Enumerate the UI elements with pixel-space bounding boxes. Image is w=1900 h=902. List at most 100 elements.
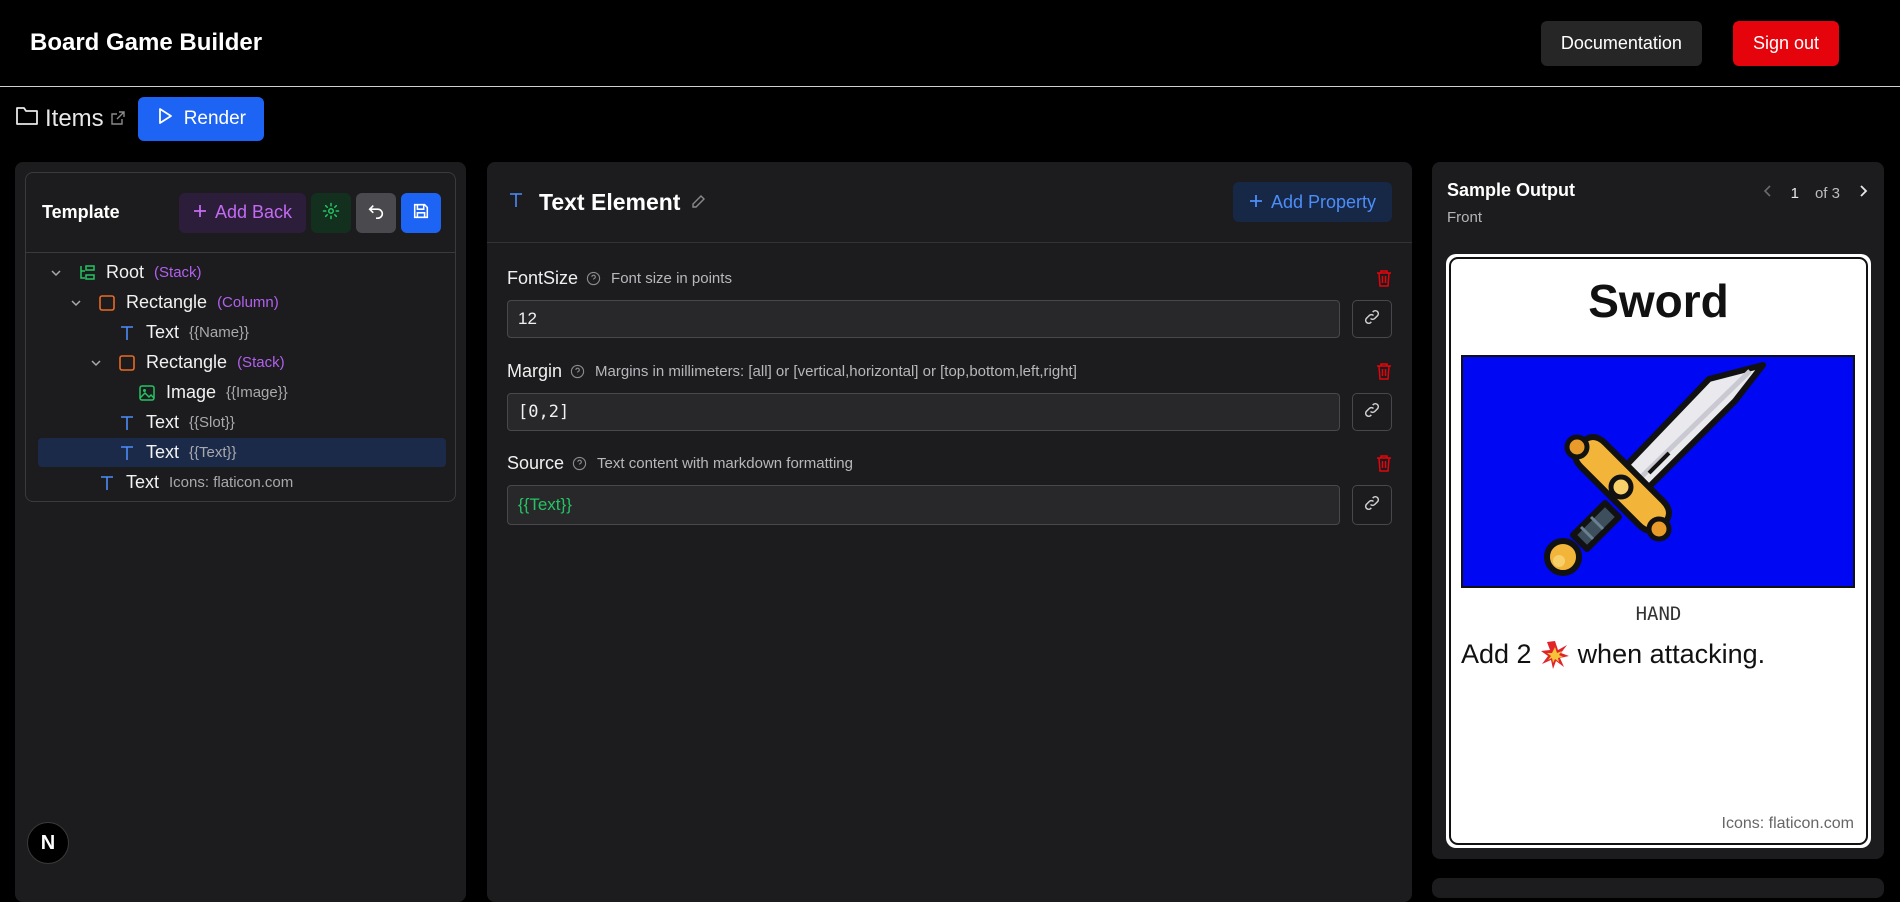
tree-node-tag: Icons: flaticon.com — [169, 474, 294, 491]
margin-input[interactable]: [0,2] — [507, 393, 1340, 431]
help-icon[interactable] — [570, 364, 585, 379]
trash-icon[interactable] — [1376, 454, 1392, 472]
fontsize-input[interactable]: 12 — [507, 300, 1340, 338]
render-label: Render — [183, 108, 247, 129]
external-link-icon[interactable] — [110, 105, 126, 133]
app-title: Board Game Builder — [30, 29, 263, 56]
sample-output-titles: Sample Output Front — [1447, 180, 1575, 226]
template-title: Template — [42, 202, 120, 222]
property-label-row: FontSize Font size in points — [507, 266, 1392, 290]
template-actions: Add Back — [178, 192, 441, 233]
tree-node-tag: (Stack) — [154, 264, 202, 281]
undo-button[interactable] — [356, 192, 396, 233]
property-description: Margins in millimeters: [all] or [vertic… — [595, 362, 1077, 380]
undo-icon — [367, 202, 385, 223]
tree-node-tag: {{Slot}} — [189, 414, 235, 431]
page-total: of 3 — [1814, 184, 1840, 202]
property-name: Margin — [507, 360, 563, 381]
property-description: Text content with markdown formatting — [597, 454, 853, 472]
card-text-prefix: Add 2 — [1461, 639, 1532, 669]
text-icon — [98, 474, 116, 492]
render-button[interactable]: Render — [137, 97, 265, 141]
tree-node-text-text[interactable]: Text {{Text}} — [38, 438, 446, 467]
chevron-down-icon[interactable] — [68, 295, 84, 311]
property-label-row: Source Text content with markdown format… — [507, 451, 1392, 475]
tree-node-name: Root — [106, 262, 145, 282]
tree-node-name: Text — [146, 322, 180, 342]
property-fontsize: FontSize Font size in points 12 — [507, 266, 1392, 338]
property-description: Font size in points — [611, 269, 732, 287]
template-card: Template Add Back Root (Stack) Rectangle… — [25, 172, 456, 502]
text-icon — [118, 414, 136, 432]
breadcrumb-label: Items — [45, 105, 104, 132]
card-image — [1461, 355, 1855, 588]
pencil-icon[interactable] — [690, 194, 706, 210]
secondary-panel — [1432, 878, 1884, 898]
property-label-row: Margin Margins in millimeters: [all] or … — [507, 359, 1392, 383]
tree-node-name: Rectangle — [126, 292, 208, 312]
tree-node-rectangle-column[interactable]: Rectangle (Column) — [68, 288, 279, 317]
rectangle-icon — [98, 294, 116, 312]
sample-output-title: Sample Output — [1447, 180, 1576, 200]
link-icon — [1363, 401, 1381, 424]
link-icon — [1363, 494, 1381, 517]
save-button[interactable] — [401, 192, 441, 233]
add-back-label: Add Back — [214, 202, 292, 222]
property-margin: Margin Margins in millimeters: [all] or … — [507, 359, 1392, 431]
chevron-down-icon[interactable] — [48, 265, 64, 281]
sign-out-button[interactable]: Sign out — [1732, 20, 1839, 66]
sample-output-side: Front — [1447, 209, 1483, 226]
element-panel: Text Element Add Property FontSize Font … — [487, 162, 1412, 902]
chevron-down-icon[interactable] — [88, 355, 104, 371]
sword-icon — [1544, 362, 1766, 576]
tree-node-name: Text — [146, 442, 180, 462]
tree-node-name: Text — [126, 472, 160, 492]
trash-icon[interactable] — [1376, 362, 1392, 380]
card-text: Add 2 when attacking. — [1461, 639, 1765, 670]
card-text-suffix: when attacking. — [1577, 639, 1766, 669]
tree-node-root[interactable]: Root (Stack) — [48, 258, 202, 287]
link-icon — [1363, 308, 1381, 331]
link-button[interactable] — [1352, 300, 1392, 338]
add-property-button[interactable]: Add Property — [1232, 182, 1392, 222]
explosion-icon — [1540, 640, 1570, 670]
plus-icon — [1249, 192, 1263, 213]
source-input[interactable]: {{Text}} — [507, 485, 1340, 525]
add-back-button[interactable]: Add Back — [178, 192, 306, 233]
settings-button[interactable] — [311, 192, 351, 233]
help-icon[interactable] — [586, 271, 601, 286]
top-actions: Documentation Sign out — [1540, 20, 1839, 66]
breadcrumb[interactable]: Items — [15, 105, 126, 134]
save-icon — [412, 202, 430, 223]
link-button[interactable] — [1352, 393, 1392, 431]
breadcrumb-row: Items Render — [15, 97, 265, 141]
next-devtools-badge[interactable]: N — [27, 822, 69, 864]
tree-node-text-slot[interactable]: Text {{Slot}} — [118, 408, 235, 437]
chevron-right-icon[interactable] — [1856, 184, 1870, 202]
tree-node-name: Rectangle — [146, 352, 228, 372]
sample-output-panel: Sample Output Front 1 of 3 Sword HAND Ad… — [1432, 162, 1884, 859]
help-icon[interactable] — [572, 456, 587, 471]
tree-node-rectangle-stack[interactable]: Rectangle (Stack) — [88, 348, 285, 377]
template-header: Template Add Back — [26, 173, 455, 253]
tree-node-image[interactable]: Image {{Image}} — [138, 378, 288, 407]
tree-node-text-credit[interactable]: Text Icons: flaticon.com — [98, 468, 293, 497]
card: Sword HAND Add 2 when attacking. Icons: … — [1449, 257, 1868, 845]
sample-output-header: Sample Output Front 1 of 3 — [1432, 162, 1884, 246]
tree-node-text-name[interactable]: Text {{Name}} — [118, 318, 249, 347]
link-button[interactable] — [1352, 485, 1392, 525]
trash-icon[interactable] — [1376, 269, 1392, 287]
documentation-button[interactable]: Documentation — [1540, 20, 1702, 66]
property-name: FontSize — [507, 267, 579, 288]
text-icon — [507, 191, 525, 214]
tree-node-tag: {{Image}} — [226, 384, 288, 401]
tree-node-tag: (Column) — [217, 294, 279, 311]
tree-node-name: Text — [146, 412, 180, 432]
chevron-left-icon[interactable] — [1761, 184, 1775, 202]
gear-icon — [322, 202, 340, 223]
text-icon — [118, 444, 136, 462]
play-icon — [156, 107, 174, 131]
card-preview: Sword HAND Add 2 when attacking. Icons: … — [1446, 254, 1871, 848]
page-number: 1 — [1790, 184, 1799, 202]
property-source: Source Text content with markdown format… — [507, 451, 1392, 525]
